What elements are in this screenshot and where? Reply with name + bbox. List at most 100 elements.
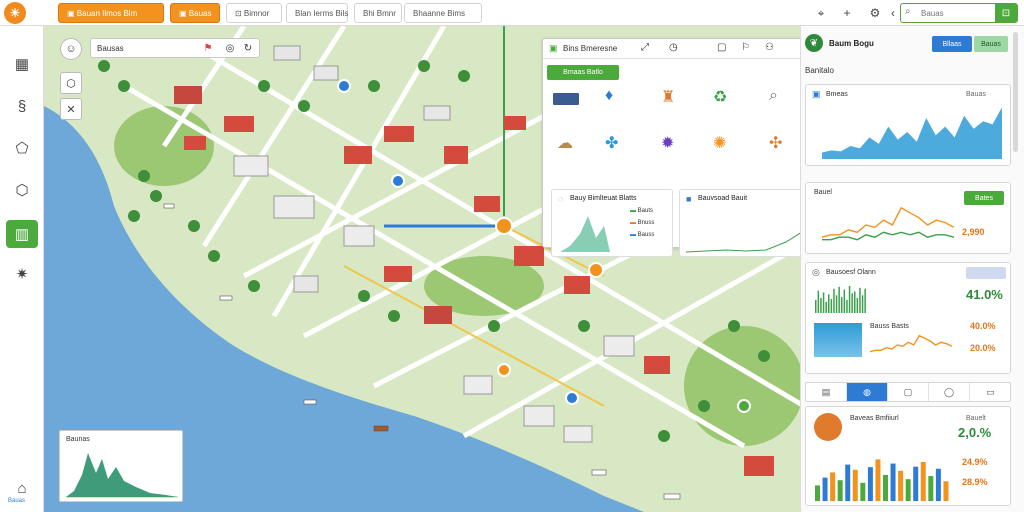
- stats-mini-bars: [815, 285, 866, 313]
- grid-icon[interactable]: ▦: [6, 50, 38, 78]
- factory-layer-icon[interactable]: ♜: [661, 87, 675, 107]
- stats-card-3-pill[interactable]: [966, 267, 1006, 279]
- search-box[interactable]: ⌕ ⊡: [900, 3, 1018, 23]
- legend-panel: ▣ Bins Bmeresne ⤢ ◷ ▢ ⚐ ⚇ Bmaas Batlo ♦ …: [542, 38, 800, 257]
- right-panel-header: ❦ Baum Bogu Bllaas Bauas: [801, 26, 1024, 60]
- chart-bar: [864, 288, 866, 313]
- logo-icon[interactable]: ☀: [4, 2, 26, 24]
- chart-bar: [920, 462, 926, 501]
- chart-bar: [856, 298, 859, 313]
- right-panel-tabs: ▤ ◍ ▢ ◯ ▭: [805, 382, 1011, 402]
- stats-card-3: ◎ Bausoesf Olann 41.0% 40.0% Bauss Basts…: [805, 262, 1011, 374]
- marker-primary[interactable]: [495, 217, 513, 235]
- chart-bar: [875, 459, 881, 501]
- tab-fourth[interactable]: Blan Ierms Bils: [286, 3, 348, 23]
- marker-green[interactable]: [737, 399, 751, 413]
- chart-bar: [859, 287, 861, 313]
- settings-icon[interactable]: ⚙: [866, 4, 884, 22]
- tab-table[interactable]: ▤: [806, 383, 847, 401]
- stats-card-4: Baveas Bmfiiurl Bauelt 2,0.% 24.9% 28.9%: [805, 406, 1011, 506]
- tab-sixth[interactable]: Bhaanne Bims: [404, 3, 482, 23]
- map-canvas[interactable]: ☺ ⬡ ✕ Bausas ⚑ ◎ ↻ ▣ Bins Bmeresne ⤢ ◷ ▢…: [44, 26, 800, 512]
- timer-icon[interactable]: ◷: [669, 42, 678, 53]
- pin-icon[interactable]: ⚑: [201, 41, 215, 55]
- tab-location[interactable]: ◍: [847, 383, 888, 401]
- expand-icon[interactable]: ⤢: [641, 42, 649, 53]
- right-panel-scrollbar[interactable]: [1013, 32, 1018, 152]
- gear-layer-icon[interactable]: ✹: [661, 133, 674, 153]
- legend-chart-card-2: ■ Bauvsoad Bauit: [679, 189, 800, 257]
- layers-icon[interactable]: ▥: [6, 220, 38, 248]
- chart-bar: [825, 301, 827, 313]
- chart-bar: [883, 475, 888, 501]
- chart-bar: [846, 299, 848, 313]
- stats-card-2-badge[interactable]: Bates: [964, 191, 1004, 205]
- location-icon[interactable]: ⬡: [6, 176, 38, 204]
- tab-bag[interactable]: ▢: [888, 383, 929, 401]
- chart-bar: [943, 481, 949, 501]
- legend-category-button[interactable]: Bmaas Batlo: [547, 65, 619, 80]
- tab-third[interactable]: ⊡ Bimnor: [226, 3, 282, 23]
- map-pin-icon[interactable]: ⬠: [6, 134, 38, 162]
- marker-blue[interactable]: [391, 174, 405, 188]
- user-avatar-icon[interactable]: ☺: [60, 38, 82, 60]
- network-layer-icon[interactable]: ✣: [769, 133, 782, 153]
- bag-icon[interactable]: ▢: [717, 42, 726, 53]
- stats-card-4-value2: 24.9%: [962, 457, 988, 467]
- legend-chart-title: Bauy Bimlteuat Blatts: [570, 195, 637, 202]
- chart-bar: [848, 285, 851, 313]
- leaf-icon: ❦: [805, 34, 823, 52]
- route-icon[interactable]: §: [6, 92, 38, 120]
- stats-card-2: Bauel Bates 2,990: [805, 182, 1011, 254]
- stats-card-2-title: Bauel: [814, 189, 832, 196]
- chart-bar: [852, 469, 858, 501]
- crosshair-icon[interactable]: ⌖: [812, 4, 830, 22]
- flag-icon[interactable]: ⚐: [741, 42, 750, 53]
- compass-small-icon[interactable]: ◎: [223, 41, 237, 55]
- recycle-layer-icon[interactable]: ♻: [713, 87, 727, 107]
- chart-bar: [828, 294, 830, 313]
- cloud-layer-icon[interactable]: ☁: [557, 133, 573, 153]
- search-layer-icon[interactable]: ⌕: [769, 87, 778, 105]
- water-layer-icon[interactable]: ♦: [605, 87, 613, 105]
- tab-fifth[interactable]: Bhi Bmnr: [354, 3, 402, 23]
- info-icon: ■: [686, 194, 692, 204]
- chart-bar: [851, 293, 853, 313]
- home-icon[interactable]: ⌂: [6, 478, 38, 498]
- right-panel-title: Baum Bogu: [829, 39, 874, 48]
- secondary-action-button[interactable]: Bauas: [974, 36, 1008, 52]
- marker-blue[interactable]: [565, 391, 579, 405]
- search-icon: ⌕: [905, 6, 911, 17]
- chart-bar: [898, 470, 904, 501]
- stats-line-small: [870, 334, 952, 353]
- plus-icon[interactable]: +: [838, 4, 856, 22]
- search-submit-button[interactable]: ⊡: [995, 4, 1017, 22]
- close-icon[interactable]: ✕: [60, 98, 82, 120]
- refresh-icon[interactable]: ↻: [241, 41, 255, 55]
- chart-bar: [815, 299, 817, 313]
- chart-bar: [835, 295, 838, 313]
- star-icon[interactable]: ✷: [6, 260, 38, 288]
- map-toolbar: Bausas ⚑ ◎ ↻: [90, 38, 260, 58]
- legend-line-chart: [686, 232, 800, 253]
- tab-primary[interactable]: ▣ Bauan Ilmos Blm: [58, 3, 164, 23]
- map-toolbar-label: Bausas: [97, 44, 124, 53]
- stats-card-4-value: 2,0.%: [958, 425, 992, 440]
- stats-card-3-pct2: 20.0%: [970, 343, 996, 353]
- top-bar: ☀ ▣ Bauan Ilmos Blm ▣ Bauas ⊡ Bimnor Bla…: [0, 0, 1024, 26]
- compass-icon[interactable]: ⬡: [60, 72, 82, 94]
- search-input[interactable]: [921, 7, 991, 19]
- marker-blue[interactable]: [337, 79, 351, 93]
- marker-orange[interactable]: [588, 262, 604, 278]
- tab-book[interactable]: ▭: [970, 383, 1011, 401]
- people-icon[interactable]: ⚇: [765, 42, 774, 53]
- tab-secondary[interactable]: ▣ Bauas: [170, 3, 220, 23]
- chart-bar: [822, 477, 828, 501]
- mini-histogram-title: Baunas: [66, 436, 90, 443]
- sun-layer-icon[interactable]: ✺: [713, 133, 726, 153]
- puzzle-layer-icon[interactable]: ✤: [605, 133, 618, 153]
- tab-chat[interactable]: ◯: [929, 383, 970, 401]
- marker-orange[interactable]: [497, 363, 511, 377]
- primary-action-button[interactable]: Bllaas: [932, 36, 972, 52]
- stats-card-3-sub: Bauss Basts: [870, 323, 909, 330]
